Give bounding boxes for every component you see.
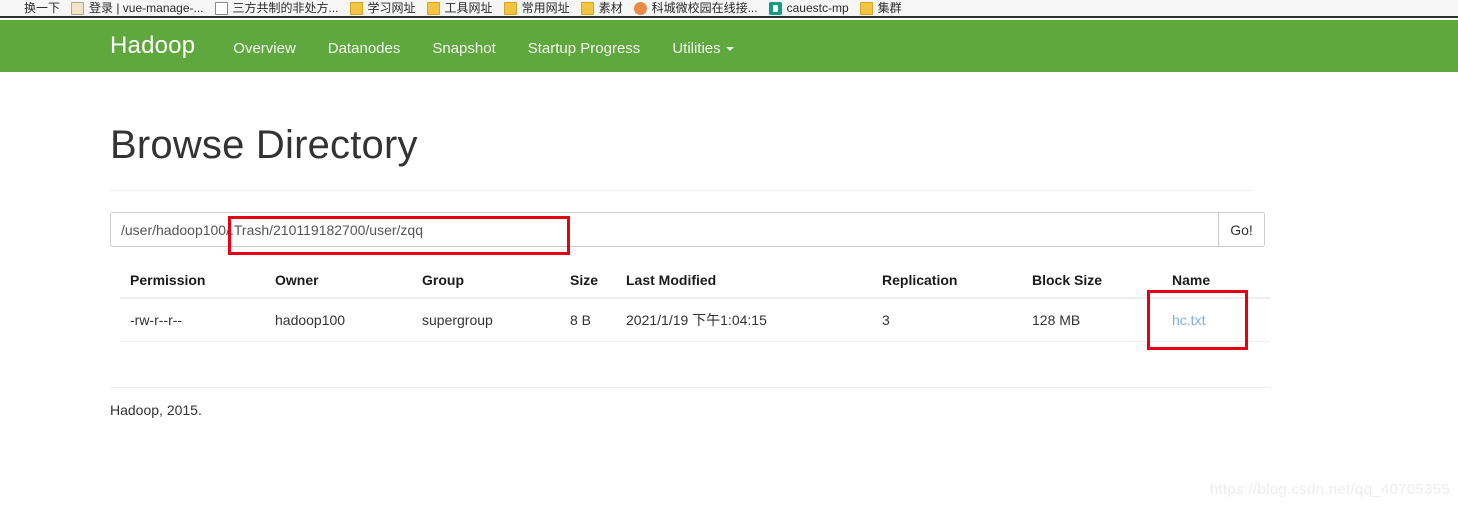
folder-icon (503, 1, 517, 15)
bookmark-label: 常用网址 (521, 1, 570, 15)
cell-name: hc.txt (1162, 298, 1270, 342)
col-header-group[interactable]: Group (412, 264, 560, 299)
bookmark-label: 学习网址 (367, 1, 416, 15)
folder-icon (580, 1, 594, 15)
nav-link-utilities-label: Utilities (672, 39, 721, 57)
table-row: -rw-r--r-- hadoop100 supergroup 8 B 2021… (120, 298, 1270, 342)
col-header-size[interactable]: Size (560, 264, 616, 299)
col-header-permission[interactable]: Permission (120, 264, 265, 299)
bookmark-item[interactable]: 科城微校园在线接... (630, 0, 765, 16)
orange-circle-icon (633, 1, 647, 15)
bookmark-label: cauestc-mp (786, 1, 849, 15)
bookmark-item[interactable]: cauestc-mp (765, 0, 856, 16)
navbar-inner: Hadoop Overview Datanodes Snapshot Start… (0, 33, 734, 59)
cell-size: 8 B (560, 298, 616, 342)
bookmark-item[interactable]: 常用网址 (500, 0, 577, 16)
teal-app-icon (768, 1, 782, 15)
bookmark-label: 集群 (877, 1, 902, 15)
browser-bookmarks-bar: 换一下 登录 | vue-manage-... 三方共制的非处方... 学习网址… (0, 0, 1458, 18)
cell-group: supergroup (412, 298, 560, 342)
nav-link-snapshot[interactable]: Snapshot (432, 39, 495, 59)
bookmark-item[interactable]: 登录 | vue-manage-... (67, 0, 211, 16)
folder-icon (349, 1, 363, 15)
cell-owner: hadoop100 (265, 298, 412, 342)
folder-icon (859, 1, 873, 15)
bookmark-item[interactable]: 集群 (856, 0, 909, 16)
bookmark-item[interactable]: 素材 (577, 0, 630, 16)
footer-divider (110, 387, 1270, 388)
bookmark-item[interactable]: 学习网址 (346, 0, 423, 16)
bookmark-label: 工具网址 (444, 1, 493, 15)
page-container: Browse Directory Go! Permission Owner Gr… (110, 72, 1270, 418)
nav-link-utilities[interactable]: Utilities (672, 39, 734, 59)
nav-link-overview[interactable]: Overview (233, 39, 296, 59)
bookmark-label: 素材 (598, 1, 623, 15)
files-table-head: Permission Owner Group Size Last Modifie… (120, 264, 1270, 299)
cell-last-modified: 2021/1/19 下午1:04:15 (616, 298, 872, 342)
bookmark-item[interactable]: 三方共制的非处方... (211, 0, 346, 16)
mountain-icon (71, 1, 85, 15)
files-table: Permission Owner Group Size Last Modifie… (120, 264, 1270, 342)
col-header-last-modified[interactable]: Last Modified (616, 264, 872, 299)
files-table-body: -rw-r--r-- hadoop100 supergroup 8 B 2021… (120, 298, 1270, 342)
bookmark-label: 换一下 (24, 1, 61, 15)
path-input[interactable] (110, 212, 1218, 247)
bookmark-label: 登录 | vue-manage-... (89, 1, 204, 15)
page-icon (214, 1, 228, 15)
hadoop-navbar: Hadoop Overview Datanodes Snapshot Start… (0, 20, 1458, 72)
col-header-name[interactable]: Name (1162, 264, 1270, 299)
col-header-owner[interactable]: Owner (265, 264, 412, 299)
col-header-block-size[interactable]: Block Size (1022, 264, 1162, 299)
title-divider (110, 190, 1253, 191)
table-header-row: Permission Owner Group Size Last Modifie… (120, 264, 1270, 299)
bookmark-item[interactable]: 换一下 (2, 0, 67, 16)
bookmark-label: 三方共制的非处方... (232, 1, 339, 15)
blank-icon (6, 2, 19, 15)
watermark: https://blog.csdn.net/qq_40705355 (1209, 481, 1450, 498)
bookmark-label: 科城微校园在线接... (651, 1, 758, 15)
cell-permission: -rw-r--r-- (120, 298, 265, 342)
cell-replication: 3 (872, 298, 1022, 342)
nav-link-startup-progress[interactable]: Startup Progress (528, 39, 641, 59)
brand-hadoop[interactable]: Hadoop (110, 33, 195, 58)
bookmark-item[interactable]: 工具网址 (423, 0, 500, 16)
go-button[interactable]: Go! (1218, 212, 1265, 247)
footer-text: Hadoop, 2015. (110, 402, 202, 418)
path-input-group: Go! (110, 212, 1265, 247)
file-link-hc-txt[interactable]: hc.txt (1172, 312, 1205, 328)
navbar-links: Overview Datanodes Snapshot Startup Prog… (233, 39, 734, 59)
col-header-replication[interactable]: Replication (872, 264, 1022, 299)
folder-icon (426, 1, 440, 15)
nav-link-datanodes[interactable]: Datanodes (328, 39, 401, 59)
chevron-down-icon (725, 46, 734, 51)
page-title: Browse Directory (110, 123, 418, 167)
cell-block-size: 128 MB (1022, 298, 1162, 342)
